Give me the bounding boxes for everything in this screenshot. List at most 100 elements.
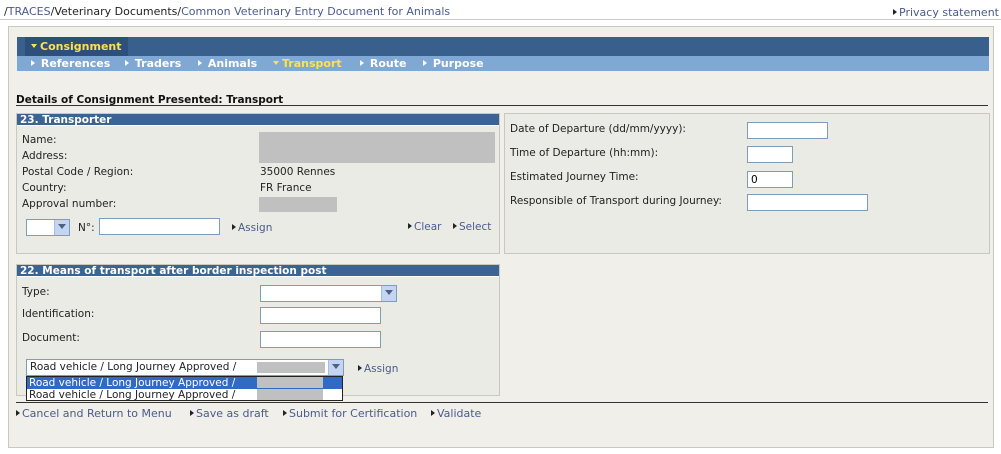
transporter-number-input[interactable]	[99, 218, 220, 235]
transporter-panel: 23. Transporter Name: Address: Postal Co…	[16, 113, 500, 254]
assign-label[interactable]: Assign	[238, 222, 272, 234]
departure-date-label: Date of Departure (dd/mm/yyyy):	[510, 123, 686, 135]
transporter-number-label: N°:	[78, 222, 95, 234]
transporter-country-label: Country:	[22, 182, 67, 194]
transport-type-label: Type:	[22, 286, 50, 298]
arrow-right-icon	[198, 60, 202, 66]
vehicle-option-redacted	[257, 389, 323, 400]
privacy-statement-link[interactable]: Privacy statement	[893, 6, 999, 19]
save-draft-link[interactable]: Save as draft	[190, 407, 269, 420]
subtab-label: Purpose	[432, 57, 484, 70]
subtab-label: Traders	[134, 57, 182, 70]
transporter-country-select[interactable]	[26, 219, 70, 236]
arrow-right-icon	[423, 60, 427, 66]
transporter-country-value: FR France	[260, 182, 312, 194]
vehicle-option-label: Road vehicle / Long Journey Approved /	[29, 389, 236, 401]
chevron-down-icon	[332, 364, 340, 369]
vehicle-select-value: Road vehicle / Long Journey Approved /	[30, 361, 237, 373]
subtab-label: Transport	[282, 57, 342, 70]
identification-input[interactable]	[260, 307, 381, 324]
arrow-right-icon	[125, 60, 129, 66]
submit-certification-label[interactable]: Submit for Certification	[289, 407, 417, 420]
section-divider	[16, 105, 988, 106]
chevron-down-icon	[58, 224, 66, 229]
subtab-references[interactable]: References	[31, 56, 110, 71]
arrow-right-icon	[360, 60, 364, 66]
transporter-name-label: Name:	[22, 134, 57, 146]
transporter-approval-redacted	[259, 197, 337, 212]
arrow-right-icon	[893, 9, 898, 15]
breadcrumb-vet-docs: Veterinary Documents	[54, 5, 178, 18]
arrow-right-icon	[453, 223, 457, 229]
breadcrumb: /TRACES/Veterinary Documents/Common Vete…	[4, 5, 450, 18]
document-input[interactable]	[260, 331, 381, 348]
responsible-transport-input[interactable]	[747, 194, 868, 211]
validate-label[interactable]: Validate	[437, 407, 481, 420]
transporter-assign-link[interactable]: Assign	[232, 222, 272, 234]
validate-link[interactable]: Validate	[431, 407, 481, 420]
breadcrumb-traces-link[interactable]: TRACES	[8, 5, 51, 18]
document-label: Document:	[22, 332, 80, 344]
means-of-transport-title: 22. Means of transport after border insp…	[17, 265, 499, 277]
vehicle-option-label: Road vehicle / Long Journey Approved /	[29, 377, 236, 389]
arrow-right-icon	[431, 410, 435, 416]
vehicle-select[interactable]: Road vehicle / Long Journey Approved /	[26, 359, 344, 376]
assign-label[interactable]: Assign	[364, 363, 398, 375]
departure-date-input[interactable]	[747, 122, 828, 139]
dropdown-button[interactable]	[381, 286, 396, 301]
vehicle-option-redacted	[257, 377, 323, 388]
cancel-return-link[interactable]: Cancel and Return to Menu	[16, 407, 172, 420]
sub-tab-bar: References Traders Animals Transport Rou…	[17, 56, 989, 71]
arrow-right-icon	[16, 410, 20, 416]
arrow-right-icon	[283, 410, 287, 416]
transport-type-select[interactable]	[260, 285, 397, 302]
departure-time-label: Time of Departure (hh:mm):	[510, 147, 659, 159]
journey-time-label: Estimated Journey Time:	[510, 171, 639, 183]
transporter-postal-value: 35000 Rennes	[260, 166, 336, 178]
subtab-animals[interactable]: Animals	[198, 56, 257, 71]
header-divider	[0, 19, 1001, 20]
vehicle-select-redacted	[257, 362, 325, 373]
transporter-address-label: Address:	[22, 150, 68, 162]
tab-consignment[interactable]: Consignment	[25, 37, 128, 56]
subtab-label: References	[40, 57, 111, 70]
chevron-down-icon	[385, 290, 393, 295]
chevron-down-icon	[273, 61, 279, 65]
subtab-label: Route	[369, 57, 407, 70]
transporter-approval-label: Approval number:	[22, 198, 117, 210]
cancel-return-label[interactable]: Cancel and Return to Menu	[22, 407, 172, 420]
select-label[interactable]: Select	[459, 221, 491, 233]
arrow-right-icon	[232, 224, 236, 230]
clear-label[interactable]: Clear	[414, 221, 441, 233]
arrow-right-icon	[358, 365, 362, 371]
clipped-user-text: Lo	[985, 0, 997, 2]
arrow-right-icon	[190, 410, 194, 416]
privacy-statement-label[interactable]: Privacy statement	[899, 6, 999, 19]
footer-divider	[16, 402, 988, 403]
arrow-right-icon	[31, 60, 35, 66]
identification-label: Identification:	[22, 308, 95, 320]
main-tab-bar: Consignment	[17, 37, 989, 56]
save-draft-label[interactable]: Save as draft	[196, 407, 269, 420]
subtab-traders[interactable]: Traders	[125, 56, 181, 71]
subtab-purpose[interactable]: Purpose	[423, 56, 484, 71]
responsible-transport-label: Responsible of Transport during Journey:	[510, 195, 722, 207]
transporter-name-address-redacted	[259, 132, 495, 163]
journey-time-input[interactable]	[747, 171, 793, 188]
dropdown-button[interactable]	[328, 360, 343, 375]
chevron-down-icon	[31, 44, 37, 48]
breadcrumb-cved-link[interactable]: Common Veterinary Entry Document for Ani…	[181, 5, 450, 18]
departure-time-input[interactable]	[747, 146, 793, 163]
subtab-route[interactable]: Route	[360, 56, 406, 71]
transporter-panel-title: 23. Transporter	[17, 114, 499, 126]
transporter-select-link[interactable]: Select	[453, 221, 491, 233]
subtab-transport[interactable]: Transport	[273, 56, 342, 71]
subtab-label: Animals	[207, 57, 258, 70]
transporter-postal-label: Postal Code / Region:	[22, 166, 134, 178]
transporter-clear-link[interactable]: Clear	[408, 221, 441, 233]
submit-certification-link[interactable]: Submit for Certification	[283, 407, 417, 420]
transport-assign-link[interactable]: Assign	[358, 363, 398, 375]
vehicle-dropdown-list: Road vehicle / Long Journey Approved / R…	[26, 376, 343, 401]
tab-consignment-label: Consignment	[40, 40, 122, 53]
dropdown-button[interactable]	[54, 220, 69, 235]
